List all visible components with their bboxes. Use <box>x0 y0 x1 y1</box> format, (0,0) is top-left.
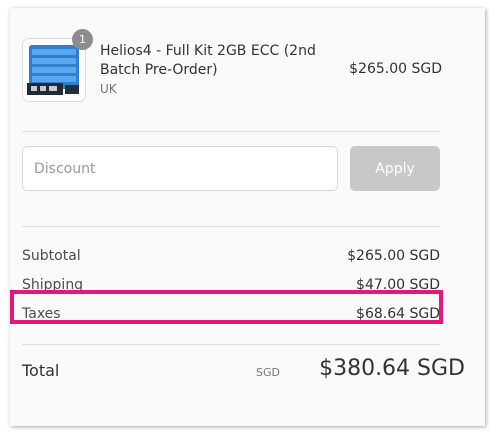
subtotal-row: Subtotal $265.00 SGD <box>22 248 440 268</box>
cart-line-item: 1 Helios4 - Full Kit 2GB ECC (2nd Batch … <box>22 29 442 112</box>
subtotal-label: Subtotal <box>22 248 81 264</box>
divider <box>22 226 440 227</box>
subtotal-value: $265.00 SGD <box>347 248 440 264</box>
product-variant: UK <box>100 82 117 96</box>
taxes-value: $68.64 SGD <box>356 306 440 322</box>
total-label: Total <box>22 361 60 380</box>
taxes-label: Taxes <box>22 306 61 322</box>
product-price: $265.00 SGD <box>349 61 442 77</box>
apply-discount-button[interactable]: Apply <box>350 146 440 191</box>
taxes-row: Taxes $68.64 SGD <box>22 306 440 326</box>
total-currency-code: SGD <box>256 366 280 379</box>
quantity-badge: 1 <box>72 29 93 50</box>
product-title: Helios4 - Full Kit 2GB ECC (2nd Batch Pr… <box>100 43 316 78</box>
total-amount: $380.64 SGD <box>319 356 465 381</box>
product-board-image <box>27 45 79 95</box>
discount-input[interactable] <box>22 146 338 191</box>
divider <box>22 344 440 345</box>
divider <box>22 131 440 132</box>
